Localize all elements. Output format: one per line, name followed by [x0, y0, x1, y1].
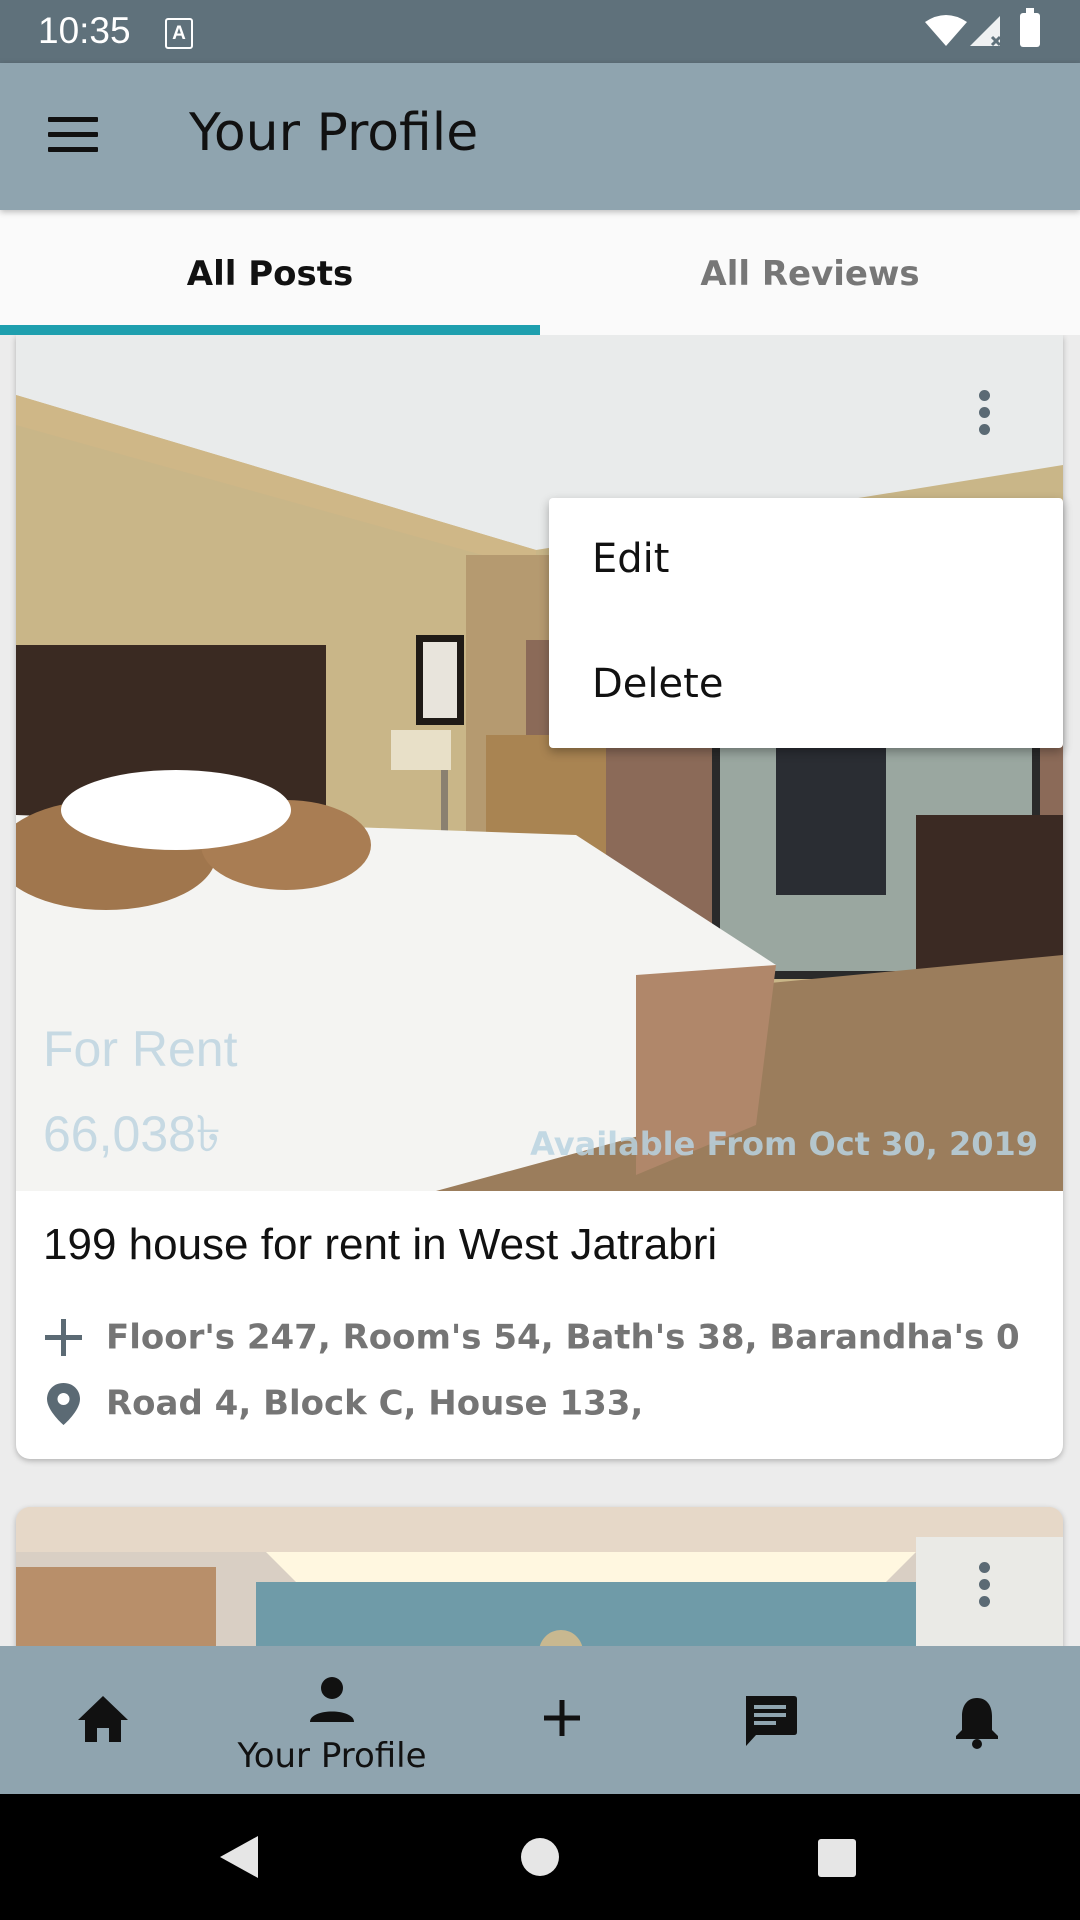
plus-icon — [45, 1319, 82, 1356]
post-options-menu: Edit Delete — [549, 498, 1063, 748]
status-bar: 10:35 A — [0, 0, 1080, 63]
person-icon — [310, 1677, 354, 1722]
tab-bar: All Posts All Reviews — [0, 210, 1080, 335]
menu-item-delete[interactable]: Delete — [592, 661, 723, 707]
address-row: Road 4, Block C, House 133, — [41, 1381, 643, 1426]
chat-icon[interactable] — [742, 1694, 798, 1748]
status-time: 10:35 — [38, 10, 131, 51]
bottom-navigation: Your Profile — [0, 1646, 1080, 1794]
more-vert-icon[interactable] — [979, 390, 991, 441]
post-title: 199 house for rent in West Jatrabri — [43, 1220, 718, 1269]
accessibility-a-icon: A — [165, 18, 193, 49]
menu-item-edit[interactable]: Edit — [592, 536, 669, 582]
wifi-icon — [925, 15, 967, 46]
rooms-row: Floor's 247, Room's 54, Bath's 38, Baran… — [41, 1315, 1020, 1360]
home-nav-icon[interactable] — [519, 1836, 561, 1878]
menu-icon[interactable] — [48, 117, 98, 157]
add-icon[interactable] — [542, 1698, 582, 1738]
bell-icon[interactable] — [953, 1694, 1001, 1750]
tab-all-reviews[interactable]: All Reviews — [540, 210, 1080, 335]
more-vert-icon[interactable] — [979, 1562, 991, 1613]
nav-item-your-profile[interactable]: Your Profile — [222, 1646, 442, 1794]
battery-icon — [1020, 8, 1040, 47]
home-icon[interactable] — [76, 1694, 130, 1744]
rooms-text: Floor's 247, Room's 54, Bath's 38, Baran… — [106, 1317, 1020, 1358]
page-title: Your Profile — [189, 103, 479, 163]
location-pin-icon — [47, 1383, 80, 1425]
post-card[interactable] — [16, 1507, 1063, 1646]
system-navigation-bar — [0, 1794, 1080, 1920]
nav-label-your-profile: Your Profile — [237, 1736, 427, 1776]
available-date: Available From Oct 30, 2019 — [530, 1125, 1038, 1163]
address-text: Road 4, Block C, House 133, — [106, 1383, 644, 1424]
back-icon[interactable] — [218, 1834, 260, 1880]
recents-icon[interactable] — [816, 1837, 858, 1879]
room-photo — [16, 1507, 1063, 1646]
price-type: For Rent — [43, 1021, 238, 1077]
app-bar — [0, 63, 1080, 210]
tab-indicator — [0, 325, 540, 335]
price: 66,038৳ — [43, 1106, 221, 1162]
signal-icon — [970, 16, 1002, 47]
tab-all-posts[interactable]: All Posts — [0, 210, 540, 335]
